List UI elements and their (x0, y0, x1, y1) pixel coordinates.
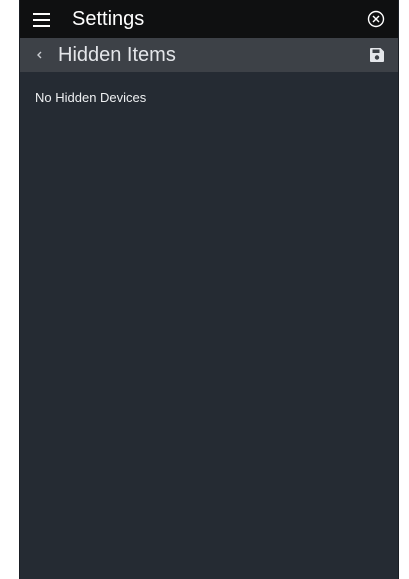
hidden-items-list: No Hidden Devices (20, 72, 398, 579)
empty-state-message: No Hidden Devices (35, 90, 147, 105)
chevron-left-icon[interactable] (32, 48, 46, 62)
app-header: Settings (20, 0, 398, 38)
page-title: Hidden Items (58, 44, 176, 66)
hamburger-menu-icon[interactable] (30, 10, 58, 30)
floppy-disk-save-icon[interactable] (369, 47, 385, 63)
page-header: Hidden Items (20, 38, 398, 72)
close-circle-icon[interactable] (366, 9, 386, 29)
app-title: Settings (72, 8, 145, 30)
settings-panel: Settings Hidden Items No Hidden Devices (19, 0, 399, 579)
